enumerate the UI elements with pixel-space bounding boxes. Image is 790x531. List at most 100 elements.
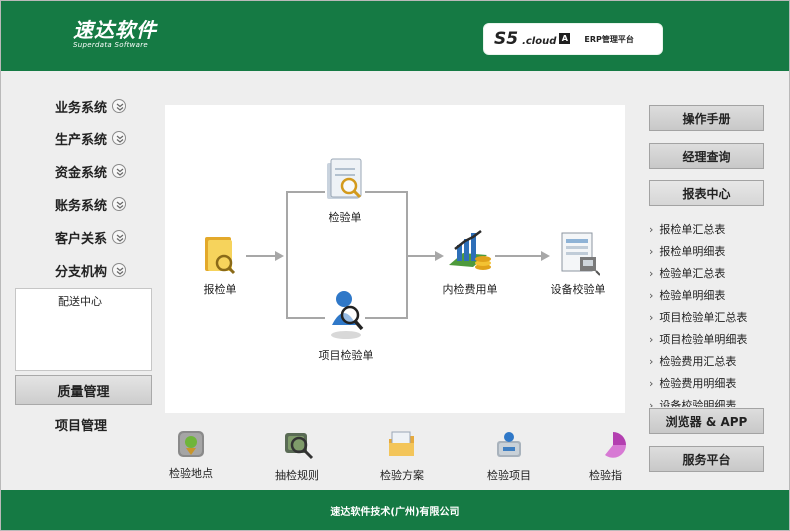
bottom-item-inspection-indicator[interactable]: 检验指 (589, 429, 637, 483)
module-project-link[interactable]: 项目管理 (55, 415, 107, 434)
footer-bar: 速达软件技术(广州)有限公司 (1, 490, 789, 530)
chevron-right-icon: › (649, 311, 654, 324)
browser-app-button[interactable]: 浏览器 & APP (649, 408, 764, 434)
report-center-button[interactable]: 报表中心 (649, 180, 764, 206)
nav-item-label: 生产系统 (55, 132, 108, 148)
report-label: 检验单汇总表 (659, 267, 726, 280)
chevron-down-icon (112, 197, 127, 211)
nav-item-production[interactable]: 生产系统 (55, 128, 127, 148)
chevron-down-icon (112, 131, 127, 145)
chevron-down-icon (112, 164, 127, 178)
sub-module-panel: 配送中心 (15, 288, 152, 371)
report-label: 设备校验明细表 (659, 399, 737, 407)
nav-item-branches[interactable]: 分支机构 (55, 260, 127, 280)
flow-line (286, 191, 288, 319)
node-report-inspection[interactable]: 报检单 (195, 233, 245, 297)
node-internal-cost[interactable]: 内检费用单 (435, 227, 505, 297)
report-link[interactable]: › 检验单汇总表 (649, 265, 725, 281)
equipment-document-icon (561, 232, 601, 276)
report-label: 检验费用汇总表 (659, 355, 737, 368)
bottom-item-inspection-project[interactable]: 检验项目 (482, 429, 536, 483)
brand-cloud: .cloud (522, 35, 557, 47)
report-link[interactable]: › 检验单明细表 (649, 287, 725, 303)
nav-item-crm[interactable]: 客户关系 (55, 227, 127, 247)
footer-company: 速达软件技术(广州)有限公司 (330, 506, 460, 518)
report-link[interactable]: › 报检单明细表 (649, 243, 725, 259)
nav-item-label: 资金系统 (55, 165, 108, 181)
bottom-item-label: 抽检规则 (275, 469, 319, 482)
bottom-item-label: 检验项目 (487, 469, 531, 482)
report-link[interactable]: › 检验费用明细表 (649, 375, 736, 391)
brand-badge: S5 .cloud A ERP管理平台 (483, 23, 663, 55)
chevron-right-icon: › (649, 223, 654, 236)
user-search-icon (331, 291, 364, 339)
sub-item-distribution-center[interactable]: 配送中心 (58, 293, 102, 309)
flow-line (408, 255, 436, 257)
logo-sub-text: Superdata Software (73, 41, 149, 49)
project-icon (497, 432, 521, 457)
brand-a-mark: A (559, 32, 571, 44)
report-list: › 报检单汇总表 › 报检单明细表 › 检验单汇总表 › 检验单明细表 › 项目检验单汇总… (641, 217, 776, 407)
bottom-item-label: 检验地点 (169, 467, 213, 480)
chevron-right-icon: › (649, 267, 654, 280)
node-label: 报检单 (203, 283, 237, 296)
chevron-down-icon (112, 99, 127, 113)
bottom-item-sampling-rule[interactable]: 抽检规则 (267, 429, 327, 483)
nav-item-label: 分支机构 (55, 264, 108, 280)
nav-item-label: 账务系统 (55, 198, 108, 214)
document-search-icon (327, 158, 362, 199)
node-project-inspection[interactable]: 项目检验单 (313, 285, 379, 363)
app-window: 速达软件 Superdata Software S5 .cloud A ERP管… (0, 0, 790, 531)
node-label: 设备校验单 (550, 283, 606, 296)
report-link[interactable]: › 设备校验明细表 (649, 397, 736, 407)
report-label: 报检单汇总表 (659, 223, 726, 236)
node-equipment-calibration[interactable]: 设备校验单 (545, 231, 611, 297)
chevron-right-icon: › (649, 377, 654, 390)
manager-query-button[interactable]: 经理查询 (649, 143, 764, 169)
report-label: 项目检验单汇总表 (659, 311, 748, 324)
nav-item-business[interactable]: 业务系统 (55, 96, 127, 116)
report-label: 报检单明细表 (659, 245, 726, 258)
bottom-item-label: 检验方案 (380, 469, 424, 482)
chevron-right-icon: › (649, 355, 654, 368)
report-link[interactable]: › 项目检验单汇总表 (649, 309, 747, 325)
chevron-down-icon (112, 263, 127, 277)
manual-button[interactable]: 操作手册 (649, 105, 764, 131)
report-link[interactable]: › 报检单汇总表 (649, 221, 725, 237)
search-rule-icon (285, 433, 314, 460)
node-label: 内检费用单 (442, 283, 498, 296)
location-icon (178, 431, 204, 457)
bottom-item-inspection-plan[interactable]: 检验方案 (375, 429, 429, 483)
service-platform-button[interactable]: 服务平台 (649, 446, 764, 472)
report-link[interactable]: › 项目检验单明细表 (649, 331, 747, 347)
bottom-item-label: 检验指 (589, 469, 622, 482)
cost-chart-icon (449, 230, 491, 270)
logo: 速达软件 Superdata Software (73, 19, 157, 50)
report-label: 项目检验单明细表 (659, 333, 748, 346)
report-link[interactable]: › 检验费用汇总表 (649, 353, 736, 369)
chevron-right-icon: › (649, 399, 654, 407)
folder-search-icon (205, 237, 236, 275)
chevron-right-icon: › (649, 333, 654, 346)
header-bar: 速达软件 Superdata Software S5 .cloud A ERP管… (1, 1, 789, 71)
arrow-right-icon (275, 251, 284, 261)
workflow-diagram: 报检单 检验单 项目检验单 内检费用单 设备校验单 (165, 105, 625, 413)
report-label: 检验单明细表 (659, 289, 726, 302)
nav-item-funds[interactable]: 资金系统 (55, 161, 127, 181)
module-quality-button[interactable]: 质量管理 (15, 375, 152, 405)
nav-item-accounting[interactable]: 账务系统 (55, 194, 127, 214)
nav-item-label: 客户关系 (55, 231, 108, 247)
brand-erp-label: ERP管理平台 (584, 34, 634, 44)
report-label: 检验费用明细表 (659, 377, 737, 390)
folder-plan-icon (389, 431, 414, 456)
node-label: 项目检验单 (318, 349, 374, 362)
chevron-down-icon (112, 230, 127, 244)
bottom-item-inspection-location[interactable]: 检验地点 (164, 429, 218, 481)
nav-item-label: 业务系统 (55, 100, 108, 116)
node-label: 检验单 (328, 211, 362, 224)
logo-main-text: 速达软件 (73, 18, 157, 42)
node-inspection-sheet[interactable]: 检验单 (317, 157, 373, 225)
chevron-right-icon: › (649, 289, 654, 302)
chevron-right-icon: › (649, 245, 654, 258)
brand-s5: S5 (494, 29, 519, 49)
